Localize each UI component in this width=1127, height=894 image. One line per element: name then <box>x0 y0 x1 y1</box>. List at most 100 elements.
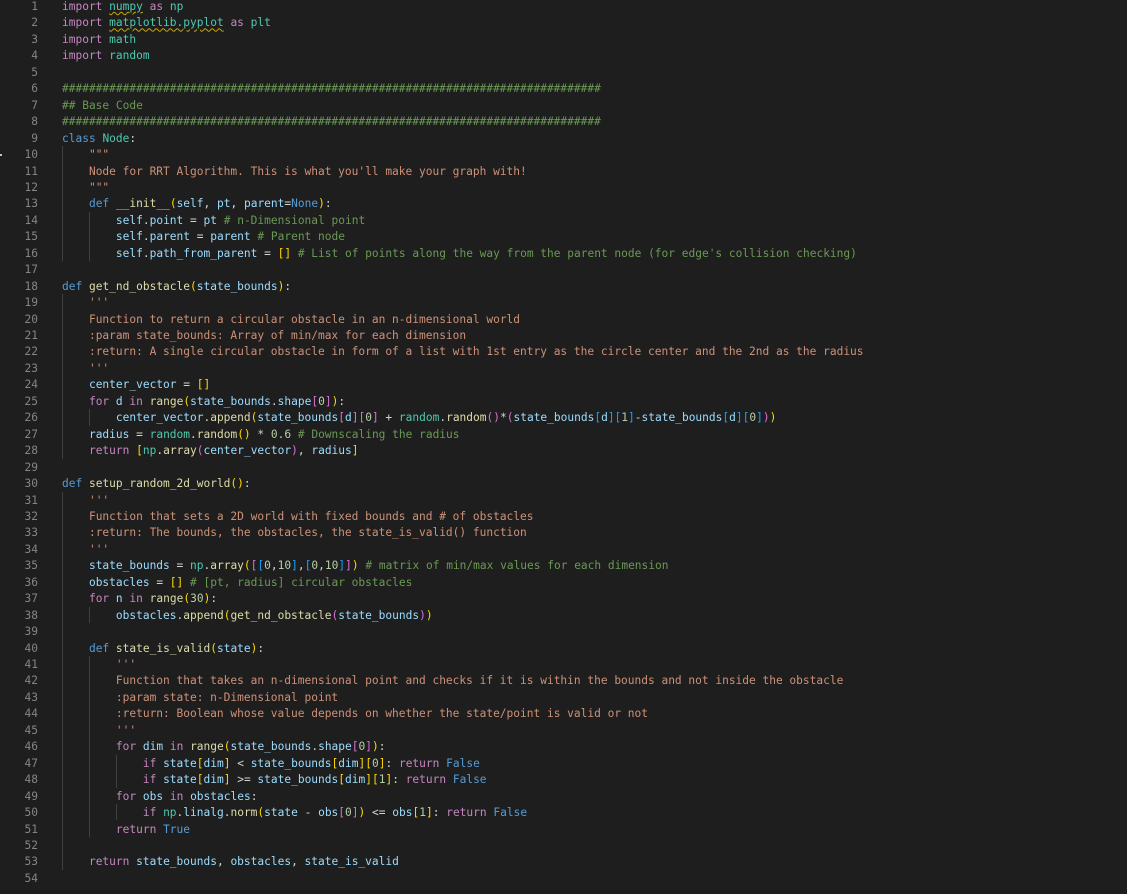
code-line[interactable]: 31 ''' <box>0 494 1127 510</box>
code-token: : <box>385 756 399 770</box>
code-line[interactable]: 17 <box>0 263 1127 279</box>
code-line[interactable]: 25 for d in range(state_bounds.shape[0])… <box>0 395 1127 411</box>
code-line[interactable]: 14 self.point = pt # n-Dimensional point <box>0 214 1127 230</box>
code-token: <= <box>365 806 393 820</box>
code-line[interactable]: 3 import math <box>0 33 1127 49</box>
code-line[interactable]: 7 ## Base Code <box>0 99 1127 115</box>
code-token: linalg <box>183 806 224 820</box>
code-line[interactable]: 36 obstacles = [] # [pt, radius] circula… <box>0 576 1127 592</box>
code-line[interactable]: 48 if state[dim] >= state_bounds[dim][1]… <box>0 773 1127 789</box>
code-text: def state_is_valid(state): <box>62 642 264 655</box>
code-line[interactable]: 8 #######################################… <box>0 115 1127 131</box>
code-line[interactable]: 34 ''' <box>0 543 1127 559</box>
code-token: self <box>115 230 143 244</box>
code-line[interactable]: 18 def get_nd_obstacle(state_bounds): <box>0 280 1127 296</box>
code-token: ] <box>371 411 379 425</box>
code-line[interactable]: 9 class Node: <box>0 132 1127 148</box>
code-token: pt <box>203 213 217 227</box>
code-line[interactable]: 15 self.parent = parent # Parent node <box>0 230 1127 246</box>
code-token: parent <box>243 197 285 211</box>
code-line[interactable]: 24 center_vector = [] <box>0 378 1127 394</box>
code-token: as <box>149 0 164 13</box>
line-number: 10 <box>24 148 38 162</box>
code-token: , <box>203 197 217 211</box>
line-number: 44 <box>24 707 38 721</box>
code-line[interactable]: 43 :param state: n-Dimensional point <box>0 691 1127 707</box>
code-token: : <box>250 789 258 803</box>
code-line[interactable]: 30 def setup_random_2d_world(): <box>0 477 1127 493</box>
code-token: for <box>115 789 137 803</box>
code-line[interactable]: 42 Function that takes an n-dimensional … <box>0 674 1127 690</box>
code-token: obstacles <box>115 608 177 622</box>
line-number: 13 <box>24 197 38 211</box>
code-line[interactable]: 52 <box>0 839 1127 855</box>
code-line[interactable]: 1 import numpy as np <box>0 0 1127 16</box>
code-editor[interactable]: 1 import numpy as np 2 import matplotlib.py… <box>0 0 1127 894</box>
code-token: () <box>486 411 500 425</box>
code-line[interactable]: 32 Function that sets a 2D world with fi… <box>0 510 1127 526</box>
code-token: dim <box>142 740 164 754</box>
code-line[interactable]: 22 :return: A single circular obstacle i… <box>0 345 1127 361</box>
code-line[interactable]: 27 radius = random.random() * 0.6 # Down… <box>0 428 1127 444</box>
code-token: setup_random_2d_world <box>88 477 231 491</box>
code-token: if <box>142 806 157 820</box>
code-token: () <box>230 477 244 491</box>
code-token: : <box>210 592 218 606</box>
code-line[interactable]: 5 <box>0 66 1127 82</box>
code-line[interactable]: 37 for n in range(30): <box>0 592 1127 608</box>
code-line[interactable]: 49 for obs in obstacles: <box>0 790 1127 806</box>
code-line[interactable]: 38 obstacles.append(get_nd_obstacle(stat… <box>0 609 1127 625</box>
code-line[interactable]: 16 self.path_from_parent = [] # List of … <box>0 247 1127 263</box>
code-line[interactable]: 4 import random <box>0 49 1127 65</box>
code-token: center_vector <box>203 444 292 458</box>
code-token: : <box>392 773 406 787</box>
code-text: Function to return a circular obstacle i… <box>62 313 520 326</box>
code-line[interactable]: 23 ''' <box>0 362 1127 378</box>
code-text: ''' <box>62 494 109 507</box>
code-line[interactable]: 35 state_bounds = np.array([[0,10],[0,10… <box>0 559 1127 575</box>
code-line[interactable]: 29 <box>0 461 1127 477</box>
code-line[interactable]: 33 :return: The bounds, the obstacles, t… <box>0 526 1127 542</box>
code-line[interactable]: 40 def state_is_valid(state): <box>0 642 1127 658</box>
code-token: def <box>88 641 110 655</box>
code-line[interactable]: 11 Node for RRT Algorithm. This is what … <box>0 165 1127 181</box>
code-token: d <box>344 411 352 425</box>
code-token: = <box>190 230 211 244</box>
code-line[interactable]: 19 ''' <box>0 296 1127 312</box>
code-token: () <box>237 427 251 441</box>
code-token: [] <box>196 378 211 392</box>
code-token: obstacles <box>190 789 251 803</box>
code-line[interactable]: 54 <box>0 872 1127 888</box>
code-line[interactable]: 26 center_vector.append(state_bounds[d][… <box>0 411 1127 427</box>
code-line[interactable]: 20 Function to return a circular obstacl… <box>0 313 1127 329</box>
code-line[interactable]: 44 :return: Boolean whose value depends … <box>0 707 1127 723</box>
code-line[interactable]: 41 ''' <box>0 658 1127 674</box>
code-token: [ <box>338 411 345 425</box>
code-token: 30 <box>190 592 204 606</box>
code-line[interactable]: 46 for dim in range(state_bounds.shape[0… <box>0 740 1127 756</box>
code-line[interactable]: 13 def __init__(self, pt, parent=None): <box>0 197 1127 213</box>
code-text: Node for RRT Algorithm. This is what you… <box>62 165 527 178</box>
code-line[interactable]: 28 return [np.array(center_vector), radi… <box>0 444 1127 460</box>
code-line[interactable]: 10 """ <box>0 148 1127 164</box>
code-token: in <box>169 789 184 803</box>
code-line[interactable]: 39 <box>0 625 1127 641</box>
line-number: 51 <box>24 822 38 836</box>
code-line[interactable]: 6 #######################################… <box>0 82 1127 98</box>
line-number: 24 <box>24 378 38 392</box>
code-token: state_bounds <box>190 394 271 408</box>
code-line[interactable]: 45 ''' <box>0 724 1127 740</box>
line-number: 34 <box>24 542 38 556</box>
code-line[interactable]: 12 """ <box>0 181 1127 197</box>
code-line[interactable]: 21 :param state_bounds: Array of min/max… <box>0 329 1127 345</box>
line-number: 38 <box>24 608 38 622</box>
code-line[interactable]: 47 if state[dim] < state_bounds[dim][0]:… <box>0 757 1127 773</box>
code-line[interactable]: 2 import matplotlib.pyplot as plt <box>0 16 1127 32</box>
code-line[interactable]: 50 if np.linalg.norm(state - obs[0]) <= … <box>0 806 1127 822</box>
code-line[interactable]: 53 return state_bounds, obstacles, state… <box>0 855 1127 871</box>
code-line[interactable]: 51 return True <box>0 823 1127 839</box>
